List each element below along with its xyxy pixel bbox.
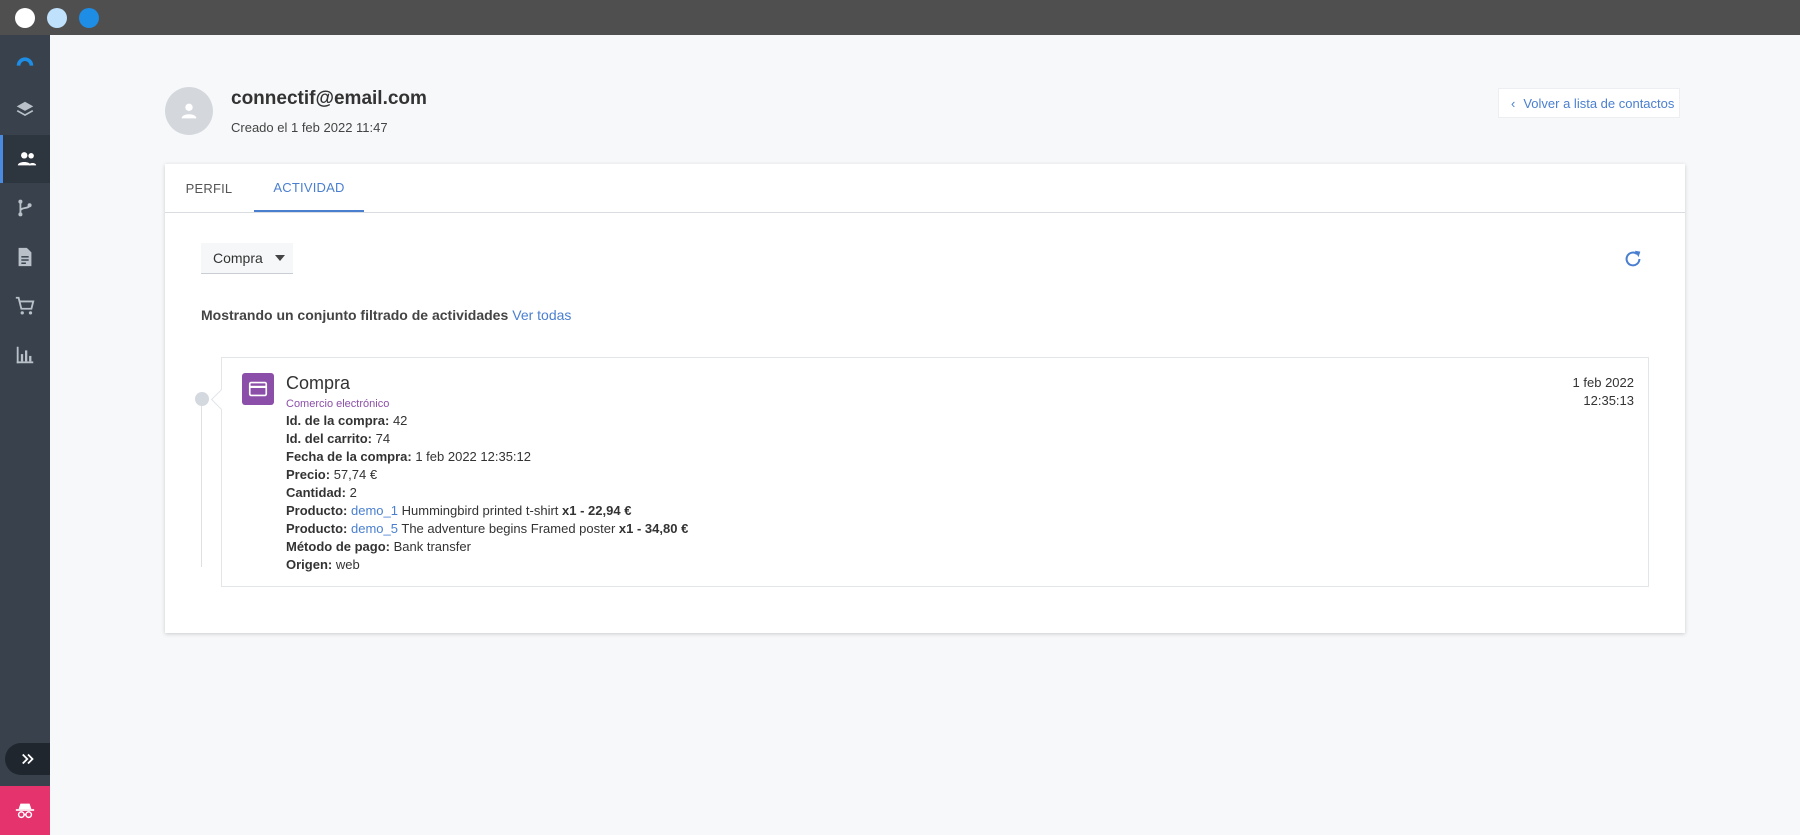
credit-card-icon	[242, 373, 274, 405]
chevron-left-icon: ‹	[1511, 95, 1516, 111]
tabs: PERFIL ACTIVIDAD	[165, 164, 1685, 213]
activity-time: 12:35:13	[1583, 393, 1634, 408]
window-minimize-button[interactable]	[47, 8, 67, 28]
tab-actividad[interactable]: ACTIVIDAD	[254, 164, 364, 212]
field-value: Bank transfer	[393, 539, 471, 554]
activity-category: Comercio electrónico	[286, 398, 390, 410]
person-icon	[181, 103, 197, 119]
activity-panel: PERFIL ACTIVIDAD Compra Mostrando un con…	[165, 164, 1685, 633]
field-value: 2	[349, 485, 357, 500]
field-purchase-id: Id. de la compra: 42	[286, 412, 688, 430]
field-cart-id: Id. del carrito: 74	[286, 430, 688, 448]
contacts-icon[interactable]	[0, 135, 50, 183]
caret-down-icon	[275, 255, 285, 261]
card-pointer	[210, 388, 233, 411]
field-payment-method: Método de pago: Bank transfer	[286, 538, 688, 556]
created-date: Creado el 1 feb 2022 11:47	[231, 120, 388, 135]
field-purchase-date: Fecha de la compra: 1 feb 2022 12:35:12	[286, 448, 688, 466]
activity-datetime: 1 feb 2022 12:35:13	[1573, 374, 1634, 410]
activity-type-select[interactable]: Compra	[201, 243, 293, 274]
timeline-line	[201, 401, 202, 567]
product-link[interactable]: demo_1	[351, 503, 398, 518]
field-value: 1 feb 2022 12:35:12	[415, 449, 532, 464]
field-origin: Origen: web	[286, 556, 688, 574]
cart-icon[interactable]	[0, 282, 50, 330]
field-label: Cantidad:	[286, 485, 346, 500]
back-to-contacts-label: Volver a lista de contactos	[1523, 95, 1675, 111]
timeline-dot	[195, 392, 209, 406]
sidebar	[0, 35, 50, 835]
workflow-icon[interactable]	[0, 184, 50, 232]
field-label: Precio:	[286, 467, 331, 482]
field-quantity: Cantidad: 2	[286, 484, 688, 502]
window-maximize-button[interactable]	[79, 8, 99, 28]
field-label: Origen:	[286, 557, 333, 572]
product-name: Hummingbird printed t-shirt	[401, 503, 559, 518]
chart-icon[interactable]	[0, 331, 50, 379]
product-qty-price: x1 - 22,94 €	[562, 503, 632, 518]
window-close-button[interactable]	[15, 8, 35, 28]
product-qty-price: x1 - 34,80 €	[618, 521, 689, 536]
field-value: web	[335, 557, 360, 572]
field-label: Fecha de la compra:	[286, 449, 412, 464]
activity-card: Compra Comercio electrónico 1 feb 2022 1…	[210, 357, 1649, 587]
filtered-notice: Mostrando un conjunto filtrado de activi…	[201, 307, 571, 323]
field-label: Producto:	[286, 503, 348, 518]
logo-icon[interactable]	[0, 37, 50, 85]
contact-email: connectif@email.com	[231, 88, 427, 109]
view-all-link[interactable]: Ver todas	[512, 307, 571, 323]
field-product: Producto: demo_5 The adventure begins Fr…	[286, 520, 688, 538]
field-label: Producto:	[286, 521, 348, 536]
refresh-icon[interactable]	[1621, 247, 1645, 271]
back-to-contacts-button[interactable]: ‹ Volver a lista de contactos	[1498, 88, 1680, 118]
field-value: 74	[375, 431, 391, 446]
activity-fields: Id. de la compra: 42 Id. del carrito: 74…	[286, 412, 688, 574]
field-label: Id. de la compra:	[286, 413, 390, 428]
window-titlebar	[0, 0, 1800, 35]
field-price: Precio: 57,74 €	[286, 466, 688, 484]
field-label: Método de pago:	[286, 539, 390, 554]
tab-perfil[interactable]: PERFIL	[165, 164, 253, 212]
product-name: The adventure begins Framed poster	[401, 521, 616, 536]
incognito-icon[interactable]	[0, 786, 50, 835]
layers-icon[interactable]	[0, 86, 50, 134]
activity-type-value: Compra	[213, 250, 263, 266]
activity-title: Compra	[286, 373, 351, 393]
field-value: 42	[392, 413, 408, 428]
field-label: Id. del carrito:	[286, 431, 372, 446]
activity-date: 1 feb 2022	[1572, 375, 1634, 390]
double-chevron-right-icon[interactable]	[5, 743, 50, 775]
filtered-notice-text: Mostrando un conjunto filtrado de activi…	[201, 307, 509, 323]
document-icon[interactable]	[0, 233, 50, 281]
avatar	[165, 87, 213, 135]
product-link[interactable]: demo_5	[351, 521, 398, 536]
field-product: Producto: demo_1 Hummingbird printed t-s…	[286, 502, 688, 520]
field-value: 57,74 €	[333, 467, 378, 482]
